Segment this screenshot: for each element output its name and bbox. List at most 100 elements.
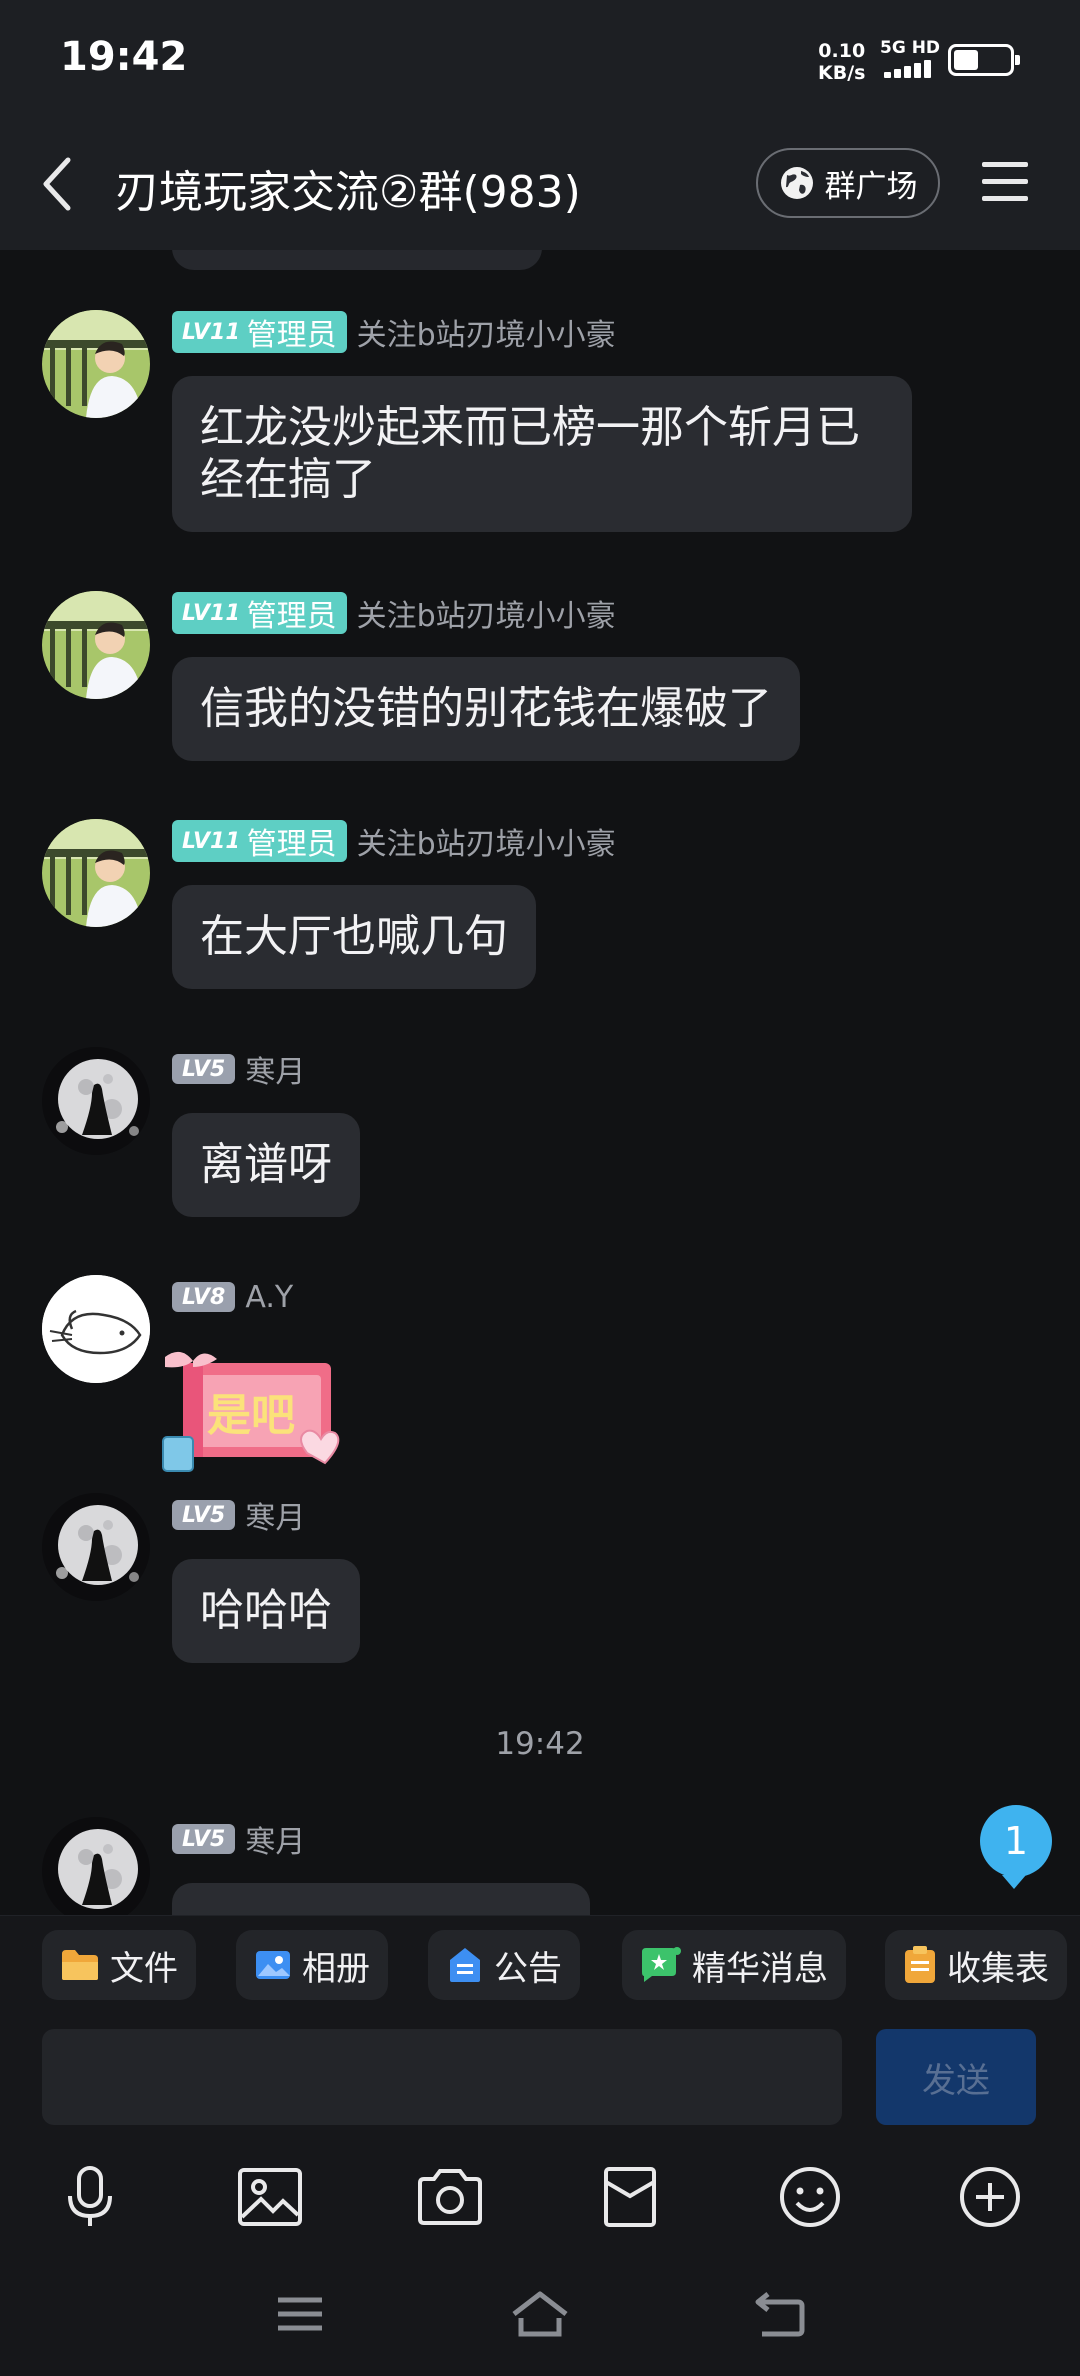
status-time: 19:42	[60, 34, 188, 80]
unread-badge[interactable]: 1	[980, 1805, 1052, 1889]
moon-girl-avatar-image	[42, 1047, 150, 1155]
message-bubble[interactable]: 信我的没错的别花钱在爆破了	[172, 657, 800, 761]
emoji-icon	[780, 2167, 840, 2227]
clipboard-icon	[905, 1946, 935, 1983]
chevron-left-icon	[43, 157, 71, 211]
message-meta: LV8 A.Y	[172, 1275, 293, 1319]
globe-icon	[780, 167, 813, 199]
avatar[interactable]	[42, 1493, 150, 1601]
home-button[interactable]	[510, 2284, 570, 2344]
group-plaza-label: 群广场	[824, 168, 918, 205]
level-badge: LV5	[172, 1500, 236, 1530]
level-badge: LV11	[172, 820, 247, 862]
quick-actions-bar: 文件 相册 公告 精华消息 收集表	[0, 1915, 1080, 2015]
announcement-button[interactable]: 公告	[428, 1930, 580, 2000]
files-button[interactable]: 文件	[42, 1930, 196, 2000]
plus-icon	[960, 2167, 1020, 2227]
album-label: 相册	[302, 1948, 370, 1989]
announcement-icon	[450, 1948, 480, 1982]
album-icon	[256, 1951, 290, 1979]
message-bubble[interactable]	[172, 1883, 590, 1915]
voice-button[interactable]	[52, 2161, 128, 2233]
message-bubble[interactable]	[172, 250, 542, 270]
role-label: 管理员	[236, 311, 347, 353]
avatar[interactable]	[42, 819, 150, 927]
boy-avatar-image	[42, 591, 150, 699]
essence-messages-label: 精华消息	[692, 1948, 828, 1989]
collection-form-button[interactable]: 收集表	[885, 1930, 1067, 2000]
recents-button[interactable]	[270, 2284, 330, 2344]
collection-form-label: 收集表	[947, 1948, 1049, 1989]
admin-badge: LV11 管理员	[172, 311, 347, 353]
chat-header: 刃境玩家交流②群(983) 群广场	[0, 120, 1080, 250]
red-packet-button[interactable]	[592, 2161, 668, 2233]
message-bubble[interactable]: 红龙没炒起来而已榜一那个斩月已 经在搞了	[172, 376, 912, 532]
message-input[interactable]	[42, 2029, 842, 2125]
send-button[interactable]: 发送	[876, 2029, 1036, 2125]
message-meta: LV5 寒月	[172, 1817, 305, 1861]
boy-avatar-image	[42, 819, 150, 927]
rabbit-avatar-image	[42, 1275, 150, 1383]
moon-girl-avatar-image	[42, 1817, 150, 1915]
admin-badge: LV11 管理员	[172, 592, 347, 634]
camera-icon	[418, 2169, 482, 2225]
message-bubble[interactable]: 离谱呀	[172, 1113, 360, 1217]
avatar[interactable]	[42, 310, 150, 418]
nickname[interactable]: 关注b站刃境小小豪	[357, 310, 616, 354]
image-button[interactable]	[232, 2161, 308, 2233]
more-button[interactable]	[952, 2161, 1028, 2233]
home-icon	[512, 2291, 568, 2337]
time-separator: 19:42	[495, 1726, 585, 1762]
moon-girl-avatar-image	[42, 1493, 150, 1601]
nickname[interactable]: 关注b站刃境小小豪	[357, 591, 616, 635]
chat-list[interactable]: LV11 管理员 关注b站刃境小小豪 红龙没炒起来而已榜一那个斩月已 经在搞了 …	[0, 250, 1080, 1915]
back-button[interactable]	[36, 152, 86, 216]
message-meta: LV5 寒月	[172, 1493, 305, 1537]
message-meta: LV11 管理员 关注b站刃境小小豪	[172, 591, 616, 635]
message-bubble[interactable]: 哈哈哈	[172, 1559, 360, 1663]
level-badge: LV8	[172, 1282, 236, 1312]
message-text-line: 经在搞了	[200, 454, 376, 505]
level-badge: LV5	[172, 1824, 236, 1854]
status-bar: 19:42 0.10 KB/s 5G HD	[0, 0, 1080, 120]
group-plaza-button[interactable]: 群广场	[756, 148, 940, 218]
back-icon	[755, 2292, 805, 2337]
essence-messages-button[interactable]: 精华消息	[622, 1930, 846, 2000]
files-label: 文件	[110, 1948, 178, 1989]
message-bubble[interactable]: 在大厅也喊几句	[172, 885, 536, 989]
recents-icon	[278, 2297, 322, 2331]
network-type: 5G HD	[880, 38, 941, 58]
role-label: 管理员	[236, 820, 347, 862]
avatar[interactable]	[42, 1817, 150, 1915]
announcement-label: 公告	[494, 1948, 562, 1989]
camera-button[interactable]	[412, 2161, 488, 2233]
composer: 发送	[0, 2015, 1080, 2139]
signal-icon	[884, 60, 940, 78]
message-meta: LV11 管理员 关注b站刃境小小豪	[172, 819, 616, 863]
microphone-icon	[68, 2166, 112, 2226]
menu-button[interactable]	[982, 162, 1028, 202]
boy-avatar-image	[42, 310, 150, 418]
folder-icon	[62, 1950, 98, 1980]
avatar[interactable]	[42, 591, 150, 699]
sticker-text: 是吧	[207, 1390, 295, 1441]
image-icon	[238, 2168, 302, 2226]
group-title: 刃境玩家交流②群(983)	[115, 167, 581, 218]
level-badge: LV5	[172, 1054, 236, 1084]
gift-sticker[interactable]: 是吧	[155, 1345, 360, 1480]
message-meta: LV5 寒月	[172, 1047, 305, 1091]
nickname[interactable]: 寒月	[245, 1493, 305, 1537]
avatar[interactable]	[42, 1047, 150, 1155]
nickname[interactable]: A.Y	[245, 1280, 293, 1315]
system-back-button[interactable]	[750, 2284, 810, 2344]
system-nav-bar	[0, 2254, 1080, 2376]
admin-badge: LV11 管理员	[172, 820, 347, 862]
message-text-line: 红龙没炒起来而已榜一那个斩月已	[200, 402, 860, 453]
nickname[interactable]: 寒月	[245, 1817, 305, 1861]
red-packet-icon	[604, 2167, 656, 2227]
avatar[interactable]	[42, 1275, 150, 1383]
nickname[interactable]: 关注b站刃境小小豪	[357, 819, 616, 863]
album-button[interactable]: 相册	[236, 1930, 388, 2000]
nickname[interactable]: 寒月	[245, 1047, 305, 1091]
emoji-button[interactable]	[772, 2161, 848, 2233]
